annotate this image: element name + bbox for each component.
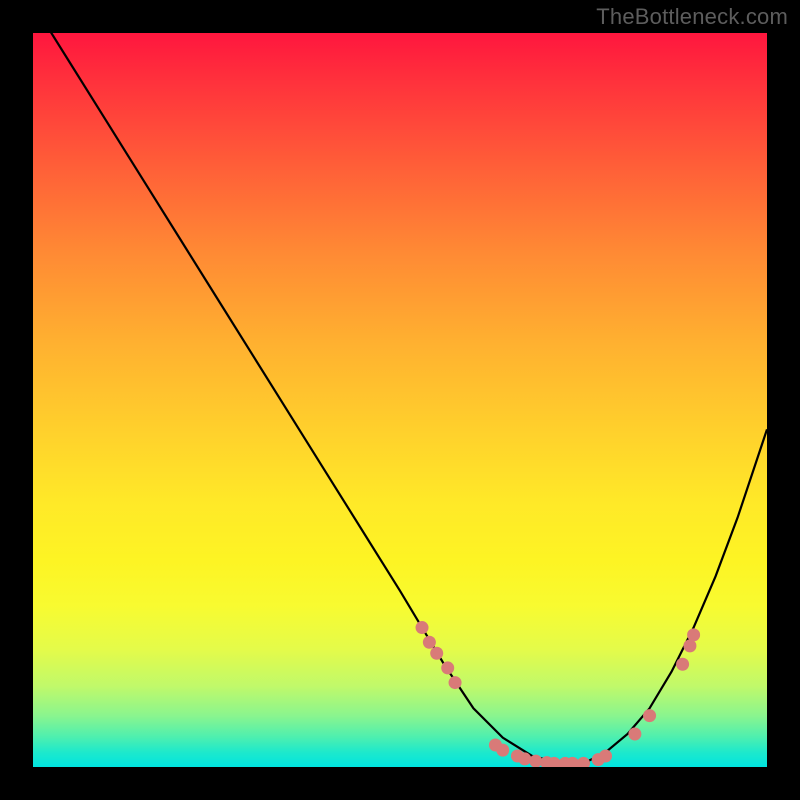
highlight-dot [449,676,462,689]
highlight-dot [643,709,656,722]
bottleneck-curve [33,33,767,763]
highlight-dot [441,661,454,674]
highlight-dot [416,621,429,634]
chart-wrapper: TheBottleneck.com [0,0,800,800]
highlight-dot [496,744,509,757]
highlight-dot [676,658,689,671]
highlight-dot [577,757,590,767]
highlight-dot [628,727,641,740]
highlight-dot [599,749,612,762]
plot-area [33,33,767,767]
chart-svg [33,33,767,767]
highlight-dot [518,752,531,765]
highlight-dot [687,628,700,641]
highlight-dot [430,647,443,660]
watermark-text: TheBottleneck.com [596,4,788,30]
highlight-dot [423,636,436,649]
highlight-dot [683,639,696,652]
